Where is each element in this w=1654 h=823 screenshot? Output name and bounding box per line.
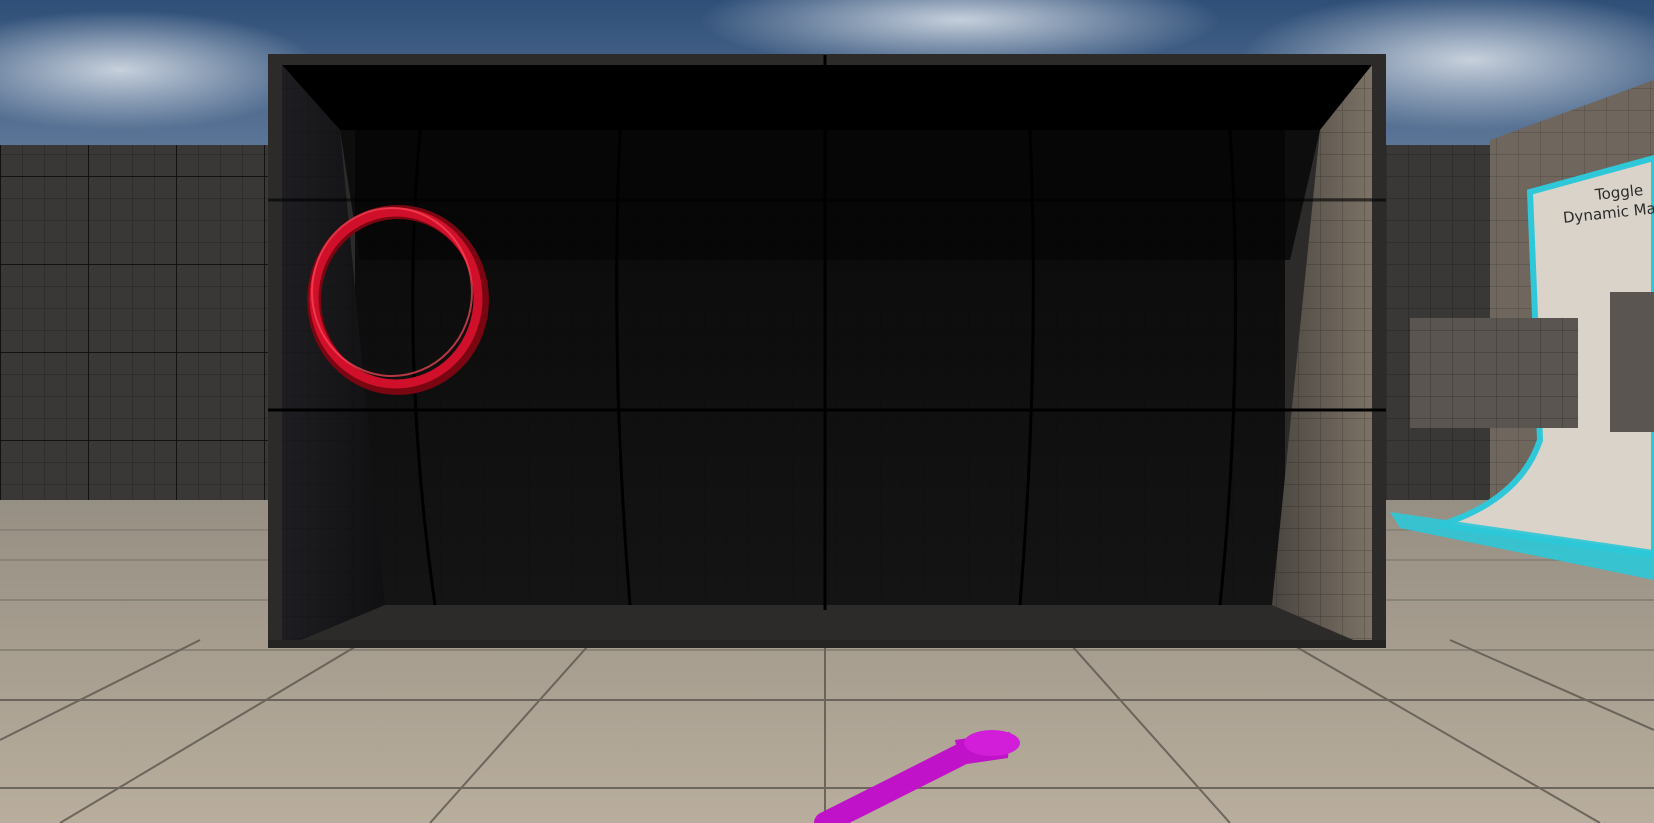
frame-box xyxy=(268,54,1386,648)
game-viewport[interactable] xyxy=(0,0,1654,823)
